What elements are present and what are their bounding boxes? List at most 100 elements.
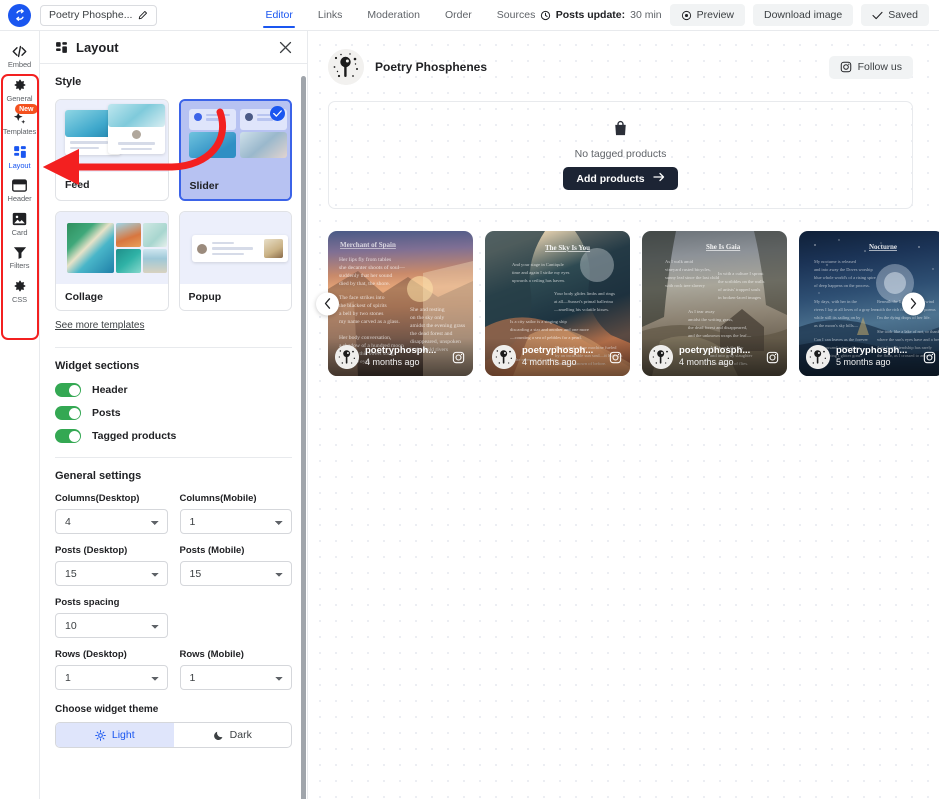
tab-editor[interactable]: Editor: [263, 0, 296, 31]
svg-text:time and again I strike my eye: time and again I strike my eyes: [512, 270, 570, 275]
new-badge: New: [15, 104, 38, 114]
preview-canvas: Poetry Phosphenes Follow us No tagged pr…: [308, 31, 939, 799]
rail-item-templates[interactable]: New Templates: [0, 104, 40, 140]
pencil-icon[interactable]: [138, 10, 148, 20]
toggle-header[interactable]: [55, 383, 81, 397]
post-username: poetryphosph...: [679, 345, 751, 356]
svg-text:Nocturne: Nocturne: [869, 243, 897, 251]
panel-scroll-area[interactable]: Style Feed Slider Collage Popup See more…: [40, 64, 307, 799]
post-footer: poetryphosph... 4 months ago: [328, 338, 473, 376]
sun-icon: [95, 729, 106, 741]
rail-label-card: Card: [11, 227, 28, 237]
svg-text:a bell by two stones: a bell by two stones: [339, 311, 383, 317]
instagram-icon: [923, 351, 936, 364]
style-thumb-popup: [179, 212, 291, 284]
close-icon[interactable]: [278, 40, 293, 55]
select-posts-spacing[interactable]: 10: [55, 613, 168, 638]
instagram-icon: [609, 351, 622, 364]
moon-icon: [213, 730, 224, 741]
style-name-feed: Feed: [56, 172, 168, 198]
theme-dark-label: Dark: [229, 729, 252, 741]
toggle-tagged-products[interactable]: [55, 429, 81, 443]
theme-option-light[interactable]: Light: [56, 723, 174, 747]
tab-moderation[interactable]: Moderation: [367, 0, 420, 31]
style-thumb-feed: [56, 100, 168, 172]
avatar: [649, 345, 673, 369]
style-name-popup: Popup: [179, 284, 291, 310]
rail-item-general[interactable]: General: [0, 73, 40, 107]
posts-update-label: Posts update:: [555, 9, 626, 21]
panel-scrollbar[interactable]: [301, 76, 306, 799]
select-posts-mobile[interactable]: 15: [179, 561, 292, 586]
preview-button[interactable]: Preview: [669, 4, 745, 26]
select-columns-desktop[interactable]: 4: [55, 509, 168, 534]
rail-label-header: Header: [7, 194, 32, 203]
preview-label: Preview: [696, 9, 734, 21]
tab-links[interactable]: Links: [318, 0, 343, 31]
post-timestamp: 5 months ago: [836, 356, 891, 367]
post-card[interactable]: Merchant of Spain Her lips fly from tabl…: [328, 231, 473, 376]
select-posts-desktop[interactable]: 15: [55, 561, 168, 586]
rows-row: Rows (Desktop) 1 Rows (Mobile) 1: [55, 649, 292, 690]
carousel-next-button[interactable]: [902, 292, 925, 315]
svg-text:—smelling his volatile kisses.: —smelling his volatile kisses.: [553, 307, 609, 312]
see-more-templates-link[interactable]: See more templates: [55, 320, 145, 331]
download-image-button[interactable]: Download image: [753, 4, 854, 26]
rail-item-filters[interactable]: Filters: [0, 240, 40, 274]
style-card-collage[interactable]: Collage: [55, 211, 169, 311]
label-rows-desktop: Rows (Desktop): [55, 649, 127, 660]
select-columns-mobile[interactable]: 1: [179, 509, 292, 534]
post-card[interactable]: She Is Gaia As I walk amid vineyard rust…: [642, 231, 787, 376]
toggle-posts[interactable]: [55, 406, 81, 420]
rail-item-embed[interactable]: Embed: [0, 39, 40, 73]
tagged-products-empty-state: No tagged products Add products: [328, 101, 913, 209]
arrow-right-icon: [652, 172, 665, 185]
select-rows-desktop[interactable]: 1: [55, 665, 168, 690]
slider-logo-icon[interactable]: [8, 3, 31, 27]
svg-text:with rock tree slavery: with rock tree slavery: [665, 283, 706, 288]
check-icon: [872, 11, 883, 20]
carousel-prev-button[interactable]: [316, 292, 339, 315]
theme-option-dark[interactable]: Dark: [174, 723, 292, 747]
svg-text:blue whole world's of a rising: blue whole world's of a rising spire: [814, 275, 876, 280]
svg-text:She Is Gaia: She Is Gaia: [706, 243, 741, 251]
rail-item-card[interactable]: Card: [0, 207, 40, 241]
svg-text:Your body glides limbs and rin: Your body glides limbs and rings: [554, 291, 615, 296]
posts-row: Posts (Desktop) 15 Posts (Mobile) 15: [55, 545, 292, 586]
style-card-slider[interactable]: Slider: [178, 99, 292, 201]
project-title-text: Poetry Phosphe...: [49, 9, 133, 21]
style-card-popup[interactable]: Popup: [178, 211, 292, 311]
svg-text:suddenly that her sound: suddenly that her sound: [339, 273, 392, 279]
main-nav-tabs: Editor Links Moderation Order Sources: [263, 0, 536, 31]
instagram-icon: [766, 351, 779, 364]
theme-light-label: Light: [111, 729, 135, 741]
saved-status-button[interactable]: Saved: [861, 4, 929, 26]
rail-label-general: General: [6, 93, 33, 103]
post-footer: poetryphosph... 4 months ago: [485, 338, 630, 376]
svg-text:discarding a star and another: discarding a star and another and one mo…: [510, 327, 589, 332]
svg-text:vineyard rusted bicycles,: vineyard rusted bicycles,: [665, 267, 711, 273]
post-card[interactable]: The Sky Is You And your stage in Cantiqu…: [485, 231, 630, 376]
rail-item-css[interactable]: CSS: [0, 274, 40, 308]
avatar: [492, 345, 516, 369]
rail-item-layout[interactable]: Layout: [0, 140, 40, 174]
svg-text:the scribbles on the walls: the scribbles on the walls: [718, 279, 765, 284]
rail-label-filters: Filters: [9, 261, 30, 270]
no-tagged-products-text: No tagged products: [574, 148, 667, 160]
field-posts-spacing: Posts spacing 10: [55, 597, 168, 638]
svg-text:and into away the Doves worshi: and into away the Doves worship: [814, 267, 873, 272]
rail-item-header[interactable]: Header: [0, 173, 40, 207]
project-title-pill[interactable]: Poetry Phosphe...: [40, 4, 158, 26]
rail-label-css: CSS: [11, 294, 28, 304]
field-rows-desktop: Rows (Desktop) 1: [55, 649, 168, 690]
tab-sources[interactable]: Sources: [497, 0, 536, 31]
style-card-feed[interactable]: Feed: [55, 99, 169, 201]
post-footer: poetryphosph... 4 months ago: [642, 338, 787, 376]
follow-us-button[interactable]: Follow us: [828, 55, 913, 79]
tab-order[interactable]: Order: [445, 0, 472, 31]
select-rows-mobile[interactable]: 1: [179, 665, 292, 690]
svg-text:the dead forest and: the dead forest and: [410, 330, 453, 337]
svg-text:she decanter shoots of soul—: she decanter shoots of soul—: [339, 264, 405, 271]
add-products-button[interactable]: Add products: [563, 167, 678, 190]
image-icon: [12, 212, 27, 227]
